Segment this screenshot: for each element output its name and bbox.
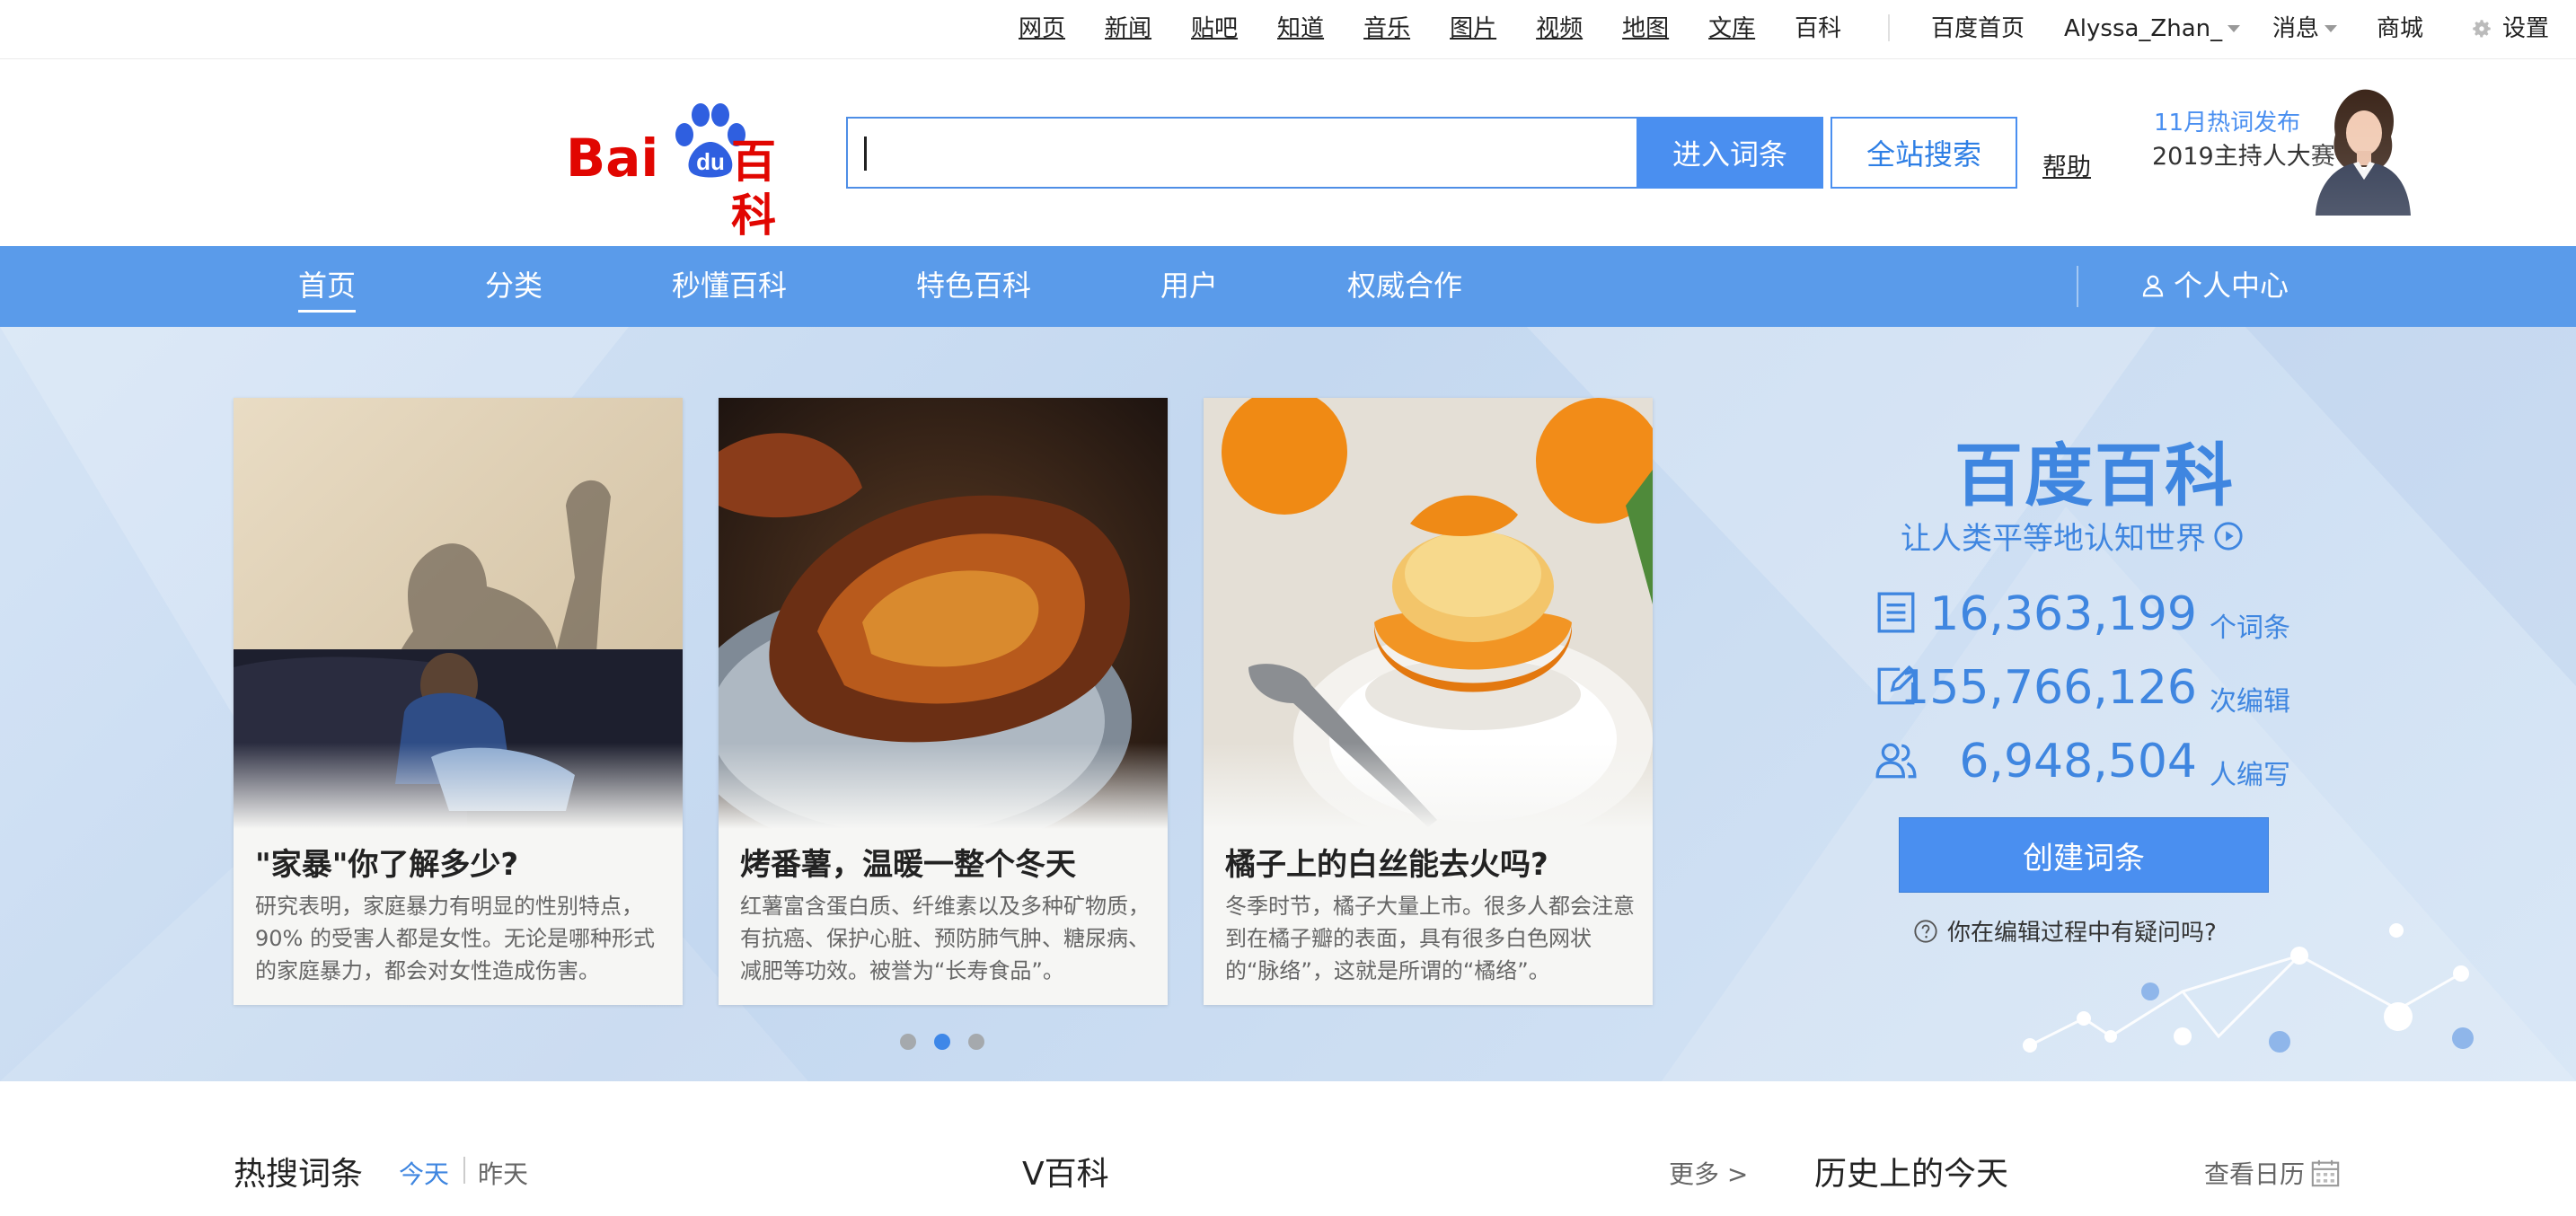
entries-count: 16,363,199 [1929, 587, 2197, 641]
mall-link[interactable]: 商城 [2377, 13, 2423, 45]
card-title: 橘子上的白丝能去火吗? [1225, 847, 1548, 883]
carousel-dot-3[interactable] [968, 1034, 984, 1050]
search-input[interactable] [846, 117, 1638, 189]
card-title: 烤番薯，温暖一整个冬天 [740, 847, 1076, 883]
editing-faq-link[interactable]: 你在编辑过程中有疑问吗? [1913, 914, 2217, 947]
nav-divider [2077, 266, 2078, 307]
carousel-indicators [900, 1034, 984, 1050]
baidu-home-link[interactable]: 百度首页 [1931, 13, 2025, 45]
chevron-down-icon [2325, 25, 2338, 32]
personal-center-label: 个人中心 [2174, 269, 2289, 303]
document-list-icon [1877, 592, 1915, 633]
question-circle-icon [1914, 919, 1937, 943]
user-icon [2142, 275, 2164, 297]
top-bar: 网页 新闻 贴吧 知道 音乐 图片 视频 地图 文库 百科 百度首页 Alyss… [0, 0, 2576, 59]
edits-count: 155,766,126 [1900, 661, 2197, 715]
card-description: 冬季时节，橘子大量上市。很多人都会注意到在橘子瓣的表面，具有很多白色网状的“脉络… [1225, 894, 1635, 983]
carousel-dot-1[interactable] [900, 1034, 916, 1050]
nav-home[interactable]: 首页 [298, 268, 357, 313]
baike-title: 百度百科 [1954, 436, 2235, 515]
promo-headline[interactable]: 11月热词发布 [2154, 104, 2300, 137]
nav-category[interactable]: 分类 [485, 268, 543, 304]
username: Alyssa_Zhan_ [2064, 15, 2223, 42]
view-calendar-link[interactable]: 查看日历 [2204, 1155, 2341, 1191]
editors-unit: 人编写 [2210, 760, 2290, 791]
nav-featured[interactable]: 特色百科 [916, 268, 1031, 304]
link-music[interactable]: 音乐 [1363, 13, 1410, 45]
users-icon [1875, 743, 1917, 779]
stat-entries: 16,363,199 个词条 [1874, 584, 2296, 644]
card-image-orange-sorbet [1204, 398, 1653, 829]
messages-menu[interactable]: 消息 [2272, 13, 2338, 45]
nav-users[interactable]: 用户 [1160, 268, 1218, 304]
text-cursor [864, 137, 867, 171]
featured-card-orange-pith[interactable]: 橘子上的白丝能去火吗? 冬季时节，橘子大量上市。很多人都会注意到在橘子瓣的表面，… [1204, 398, 1653, 1005]
slogan-text: 让人类平等地认知世界 [1901, 521, 2206, 557]
featured-card-roast-sweet-potato[interactable]: 烤番薯，温暖一整个冬天 红薯富含蛋白质、纤维素以及多种矿物质，有抗癌、保护心脏、… [719, 398, 1168, 1005]
gear-icon [2473, 20, 2491, 38]
carousel-dot-2[interactable] [934, 1034, 950, 1050]
tab-divider [463, 1157, 465, 1184]
hero-banner: "家暴"你了解多少? 研究表明，家庭暴力有明显的性别特点，90% 的受害人都是女… [0, 327, 2576, 1081]
link-wenku[interactable]: 文库 [1708, 13, 1755, 45]
settings-menu[interactable]: 设置 [2470, 13, 2549, 45]
nav-partners[interactable]: 权威合作 [1347, 268, 1462, 304]
edits-unit: 次编辑 [2210, 686, 2290, 718]
main-nav: 首页 分类 秒懂百科 特色百科 用户 权威合作 个人中心 [0, 246, 2576, 327]
link-video[interactable]: 视频 [1536, 13, 1583, 45]
link-images[interactable]: 图片 [1450, 13, 1496, 45]
help-link[interactable]: 帮助 [2042, 147, 2091, 182]
nav-miaodong[interactable]: 秒懂百科 [672, 268, 787, 304]
settings-label: 设置 [2502, 15, 2550, 42]
calendar-icon [2311, 1159, 2340, 1187]
play-circle-icon [2214, 521, 2243, 551]
link-news[interactable]: 新闻 [1105, 13, 1151, 45]
tab-yesterday[interactable]: 昨天 [478, 1155, 528, 1191]
featured-card-domestic-violence[interactable]: "家暴"你了解多少? 研究表明，家庭暴力有明显的性别特点，90% 的受害人都是女… [234, 398, 683, 1005]
link-map[interactable]: 地图 [1622, 13, 1669, 45]
stat-edits: 155,766,126 次编辑 [1874, 657, 2296, 718]
baike-slogan[interactable]: 让人类平等地认知世界 [1901, 514, 2244, 558]
history-today-title: 历史上的今天 [1814, 1156, 2009, 1193]
faq-label: 你在编辑过程中有疑问吗? [1947, 920, 2217, 947]
baidu-baike-logo[interactable]: Bai du 百科 [564, 101, 814, 242]
user-menu[interactable]: Alyssa_Zhan_ [2064, 13, 2241, 45]
tab-today[interactable]: 今天 [399, 1155, 449, 1191]
hot-search-title: 热搜词条 [234, 1156, 364, 1193]
card-description: 红薯富含蛋白质、纤维素以及多种矿物质，有抗癌、保护心脏、预防肺气肿、糖尿病、减肥… [740, 894, 1150, 983]
page: 网页 新闻 贴吧 知道 音乐 图片 视频 地图 文库 百科 百度首页 Alyss… [0, 0, 2576, 1216]
calendar-label: 查看日历 [2204, 1159, 2306, 1189]
host-portrait-image[interactable] [2308, 81, 2416, 216]
card-image-roast-sweet-potato [719, 398, 1168, 829]
messages-label: 消息 [2272, 15, 2320, 42]
card-image-domestic-violence [234, 398, 683, 829]
entries-unit: 个词条 [2210, 612, 2290, 644]
logo-du-text: du [696, 148, 725, 175]
card-title: "家暴"你了解多少? [255, 847, 519, 883]
site-search-button[interactable]: 全站搜索 [1831, 117, 2017, 189]
link-tieba[interactable]: 贴吧 [1191, 13, 1238, 45]
topbar-divider [1888, 14, 1890, 41]
enter-entry-button[interactable]: 进入词条 [1636, 117, 1823, 189]
link-baike[interactable]: 百科 [1795, 13, 1841, 45]
logo-baike-text: 百科 [731, 136, 776, 242]
vbaike-title: V百科 [1022, 1156, 1109, 1193]
create-entry-button[interactable]: 创建词条 [1899, 817, 2269, 893]
link-web[interactable]: 网页 [1019, 13, 1065, 45]
more-link[interactable]: 更多 > [1669, 1155, 1748, 1191]
link-zhidao[interactable]: 知道 [1277, 13, 1324, 45]
product-links: 网页 新闻 贴吧 知道 音乐 图片 视频 地图 文库 百科 [1019, 13, 1881, 45]
chevron-down-icon [2228, 25, 2241, 32]
bottom-section: 热搜词条 今天 昨天 V百科 更多 > 历史上的今天 查看日历 [0, 1081, 2576, 1216]
logo-bai-text: Bai [566, 128, 659, 189]
card-description: 研究表明，家庭暴力有明显的性别特点，90% 的受害人都是女性。无论是哪种形式的家… [255, 894, 655, 983]
stat-editors: 6,948,504 人编写 [1874, 731, 2296, 791]
personal-center-link[interactable]: 个人中心 [2139, 268, 2289, 304]
editors-count: 6,948,504 [1959, 735, 2197, 789]
